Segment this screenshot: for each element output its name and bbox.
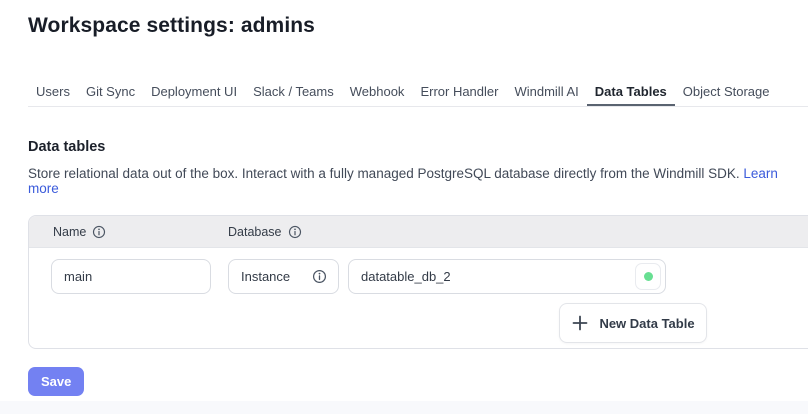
- section-description: Store relational data out of the box. In…: [28, 166, 798, 196]
- save-button[interactable]: Save: [28, 367, 84, 396]
- new-data-table-label: New Data Table: [599, 316, 694, 331]
- tab-slack-teams[interactable]: Slack / Teams: [245, 78, 342, 106]
- tab-webhook[interactable]: Webhook: [342, 78, 413, 106]
- tab-users[interactable]: Users: [28, 78, 78, 106]
- page-title: Workspace settings: admins: [28, 14, 315, 38]
- column-header-database: Database: [228, 216, 302, 248]
- tab-data-tables[interactable]: Data Tables: [587, 78, 675, 106]
- status-ok-dot-icon: [644, 272, 653, 281]
- workspace-settings-page: Workspace settings: admins Users Git Syn…: [0, 0, 808, 414]
- database-mode-value: Instance: [241, 269, 290, 284]
- table-header-row: Name Database: [29, 216, 808, 248]
- info-icon[interactable]: [288, 225, 302, 239]
- settings-tabbar: Users Git Sync Deployment UI Slack / Tea…: [28, 78, 808, 107]
- tab-git-sync[interactable]: Git Sync: [78, 78, 143, 106]
- column-header-name: Name: [53, 216, 106, 248]
- column-header-name-label: Name: [53, 225, 86, 239]
- new-data-table-button[interactable]: New Data Table: [559, 303, 707, 343]
- section-heading: Data tables: [28, 139, 105, 155]
- info-icon[interactable]: [312, 269, 327, 284]
- database-mode-select[interactable]: Instance: [228, 259, 339, 294]
- info-icon[interactable]: [92, 225, 106, 239]
- tab-deployment-ui[interactable]: Deployment UI: [143, 78, 245, 106]
- connection-status-badge: [635, 263, 661, 290]
- database-name-field: [348, 259, 666, 294]
- bottom-strip: [0, 401, 808, 414]
- section-description-text: Store relational data out of the box. In…: [28, 166, 740, 181]
- plus-icon: [571, 314, 589, 332]
- tab-windmill-ai[interactable]: Windmill AI: [506, 78, 586, 106]
- table-name-input[interactable]: [51, 259, 211, 294]
- column-header-database-label: Database: [228, 225, 282, 239]
- tab-error-handler[interactable]: Error Handler: [412, 78, 506, 106]
- database-name-input[interactable]: [348, 259, 666, 294]
- tab-object-storage[interactable]: Object Storage: [675, 78, 778, 106]
